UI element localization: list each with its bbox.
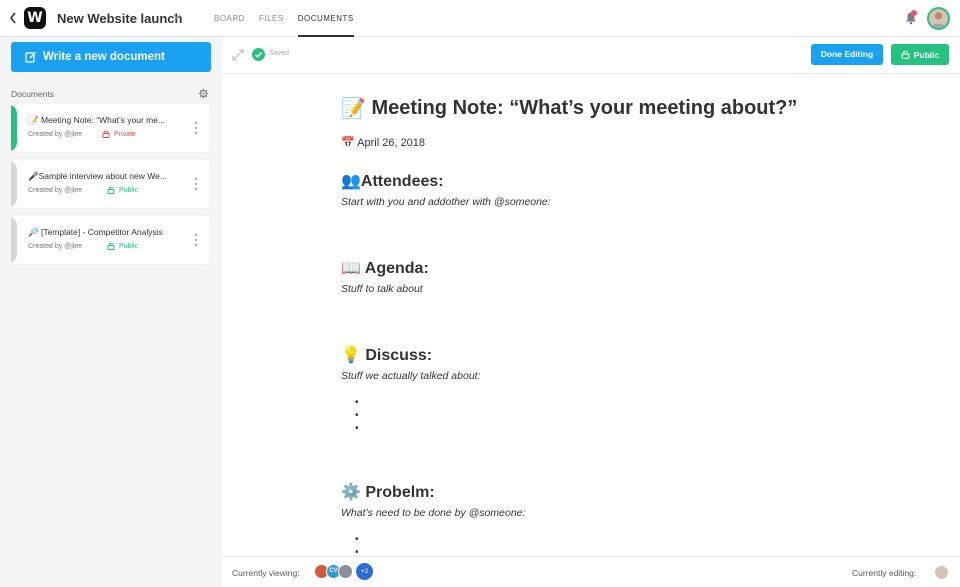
editor-avatar[interactable]	[934, 565, 949, 580]
check-icon	[252, 48, 265, 61]
tab-files[interactable]: FILES	[259, 0, 284, 37]
notification-dot	[911, 10, 917, 16]
bullet-item[interactable]: •	[355, 409, 359, 422]
unlock-icon	[107, 242, 115, 250]
privacy-badge: Public	[107, 186, 138, 194]
people-icon: 👥	[341, 173, 361, 190]
avatar-face-icon	[931, 12, 946, 28]
more-vertical-icon[interactable]	[194, 177, 198, 191]
documents-heading: Documents	[11, 89, 54, 99]
section-text-discuss[interactable]: Stuff we actually talked about:	[341, 370, 481, 382]
chevron-down-icon[interactable]	[172, 12, 182, 22]
document-title-text: [Template] - Competitor Analysis	[40, 227, 163, 237]
document-emoji-icon: 🔎	[28, 227, 39, 237]
memo-icon: 📝	[341, 98, 366, 120]
editor-toolbar: Saved Done Editing Public	[222, 37, 960, 74]
main-nav: BOARD FILES DOCUMENTS	[214, 0, 368, 37]
document-title: 🎤Sample interview about new We...	[28, 171, 188, 182]
lock-icon	[102, 130, 110, 138]
unlock-icon	[107, 186, 115, 194]
section-heading-text[interactable]: Discuss:	[365, 347, 432, 364]
edit-icon	[25, 52, 36, 63]
privacy-label: Public	[119, 242, 139, 250]
document-emoji-icon: 📝	[28, 115, 39, 125]
bullet-item[interactable]: •	[355, 396, 359, 409]
document-date-text[interactable]: April 26, 2018	[357, 137, 425, 149]
public-button[interactable]: Public	[891, 44, 949, 65]
write-new-document-button[interactable]: Write a new document	[11, 42, 211, 72]
section-text-agenda[interactable]: Stuff to talk about	[341, 283, 423, 295]
bullet-item[interactable]: •	[355, 533, 359, 546]
section-heading-text[interactable]: Probelm:	[365, 484, 434, 501]
inactive-indicator	[11, 216, 17, 264]
book-icon: 📖	[341, 260, 361, 277]
active-indicator	[11, 104, 17, 152]
currently-viewing-label: Currently viewing:	[232, 568, 300, 578]
unlock-icon	[901, 50, 910, 59]
privacy-label: Public	[119, 186, 139, 194]
section-heading-agenda[interactable]: 📖 Agenda:	[341, 258, 429, 278]
write-button-label: Write a new document	[43, 51, 165, 63]
document-author: Created by @jlee	[28, 131, 83, 138]
document-title-text: Sample interview about new We...	[38, 171, 167, 181]
back-arrow-icon[interactable]	[8, 10, 18, 26]
document-title: 📝 Meeting Note: “What’s your me...	[28, 115, 188, 126]
document-list-item[interactable]: 📝 Meeting Note: “What’s your me... Creat…	[11, 104, 209, 152]
tab-board[interactable]: BOARD	[214, 0, 245, 37]
document-list-item[interactable]: 🎤Sample interview about new We... Create…	[11, 160, 209, 208]
document-heading-text[interactable]: Meeting Note: “What’s your meeting about…	[371, 97, 797, 119]
done-editing-button[interactable]: Done Editing	[811, 44, 883, 65]
document-title: 🔎 [Template] - Competitor Analysis	[28, 227, 188, 238]
privacy-badge: Public	[107, 242, 138, 250]
lightbulb-icon: 💡	[341, 347, 361, 364]
section-text-attendees[interactable]: Start with you and addother with @someon…	[341, 196, 551, 208]
top-bar: W New Website launch BOARD FILES DOCUMEN…	[0, 0, 960, 37]
document-editor[interactable]: 📝 Meeting Note: “What’s your meeting abo…	[341, 74, 941, 556]
bullet-list[interactable]: • •	[355, 533, 359, 556]
viewer-avatars: CV +2	[314, 563, 373, 581]
section-heading-problem[interactable]: ⚙️ Probelm:	[341, 482, 435, 502]
more-vertical-icon[interactable]	[194, 233, 198, 247]
viewer-avatar[interactable]	[338, 564, 353, 579]
privacy-label: Private	[114, 130, 136, 138]
inactive-indicator	[11, 160, 17, 208]
gear-icon[interactable]	[198, 88, 209, 99]
more-viewers-badge[interactable]: +2	[356, 563, 373, 580]
more-vertical-icon[interactable]	[194, 121, 198, 135]
section-heading-attendees[interactable]: 👥Attendees:	[341, 171, 444, 191]
document-author: Created by @jlee	[28, 243, 83, 250]
section-heading-text[interactable]: Attendees:	[361, 173, 444, 190]
privacy-badge: Private	[102, 130, 136, 138]
tab-documents[interactable]: DOCUMENTS	[297, 0, 354, 37]
project-title[interactable]: New Website launch	[57, 11, 182, 26]
public-button-label: Public	[913, 49, 940, 60]
document-list-item[interactable]: 🔎 [Template] - Competitor Analysis Creat…	[11, 216, 209, 264]
document-emoji-icon: 🎤	[28, 171, 39, 181]
saved-status: Saved	[269, 50, 289, 57]
sidebar: Write a new document Documents 📝 Meeting…	[0, 37, 222, 587]
bullet-item[interactable]: •	[355, 546, 359, 556]
user-avatar[interactable]	[927, 7, 950, 30]
presence-footer: Currently viewing: CV +2 Currently editi…	[222, 556, 960, 587]
calendar-icon: 📅	[341, 137, 355, 149]
document-title-text: Meeting Note: “What’s your me...	[40, 115, 166, 125]
document-author: Created by @jlee	[28, 187, 83, 194]
document-date[interactable]: 📅 April 26, 2018	[341, 136, 425, 149]
section-text-problem[interactable]: What’s need to be done by @someone:	[341, 507, 525, 519]
document-heading[interactable]: 📝 Meeting Note: “What’s your meeting abo…	[341, 96, 797, 121]
bullet-list[interactable]: • • •	[355, 396, 359, 435]
gear-icon: ⚙️	[341, 484, 361, 501]
bullet-item[interactable]: •	[355, 422, 359, 435]
app-logo[interactable]: W	[24, 7, 46, 29]
section-heading-text[interactable]: Agenda:	[365, 260, 429, 277]
currently-editing-label: Currently editing:	[852, 568, 917, 578]
section-heading-discuss[interactable]: 💡 Discuss:	[341, 345, 432, 365]
expand-icon[interactable]	[232, 49, 244, 61]
